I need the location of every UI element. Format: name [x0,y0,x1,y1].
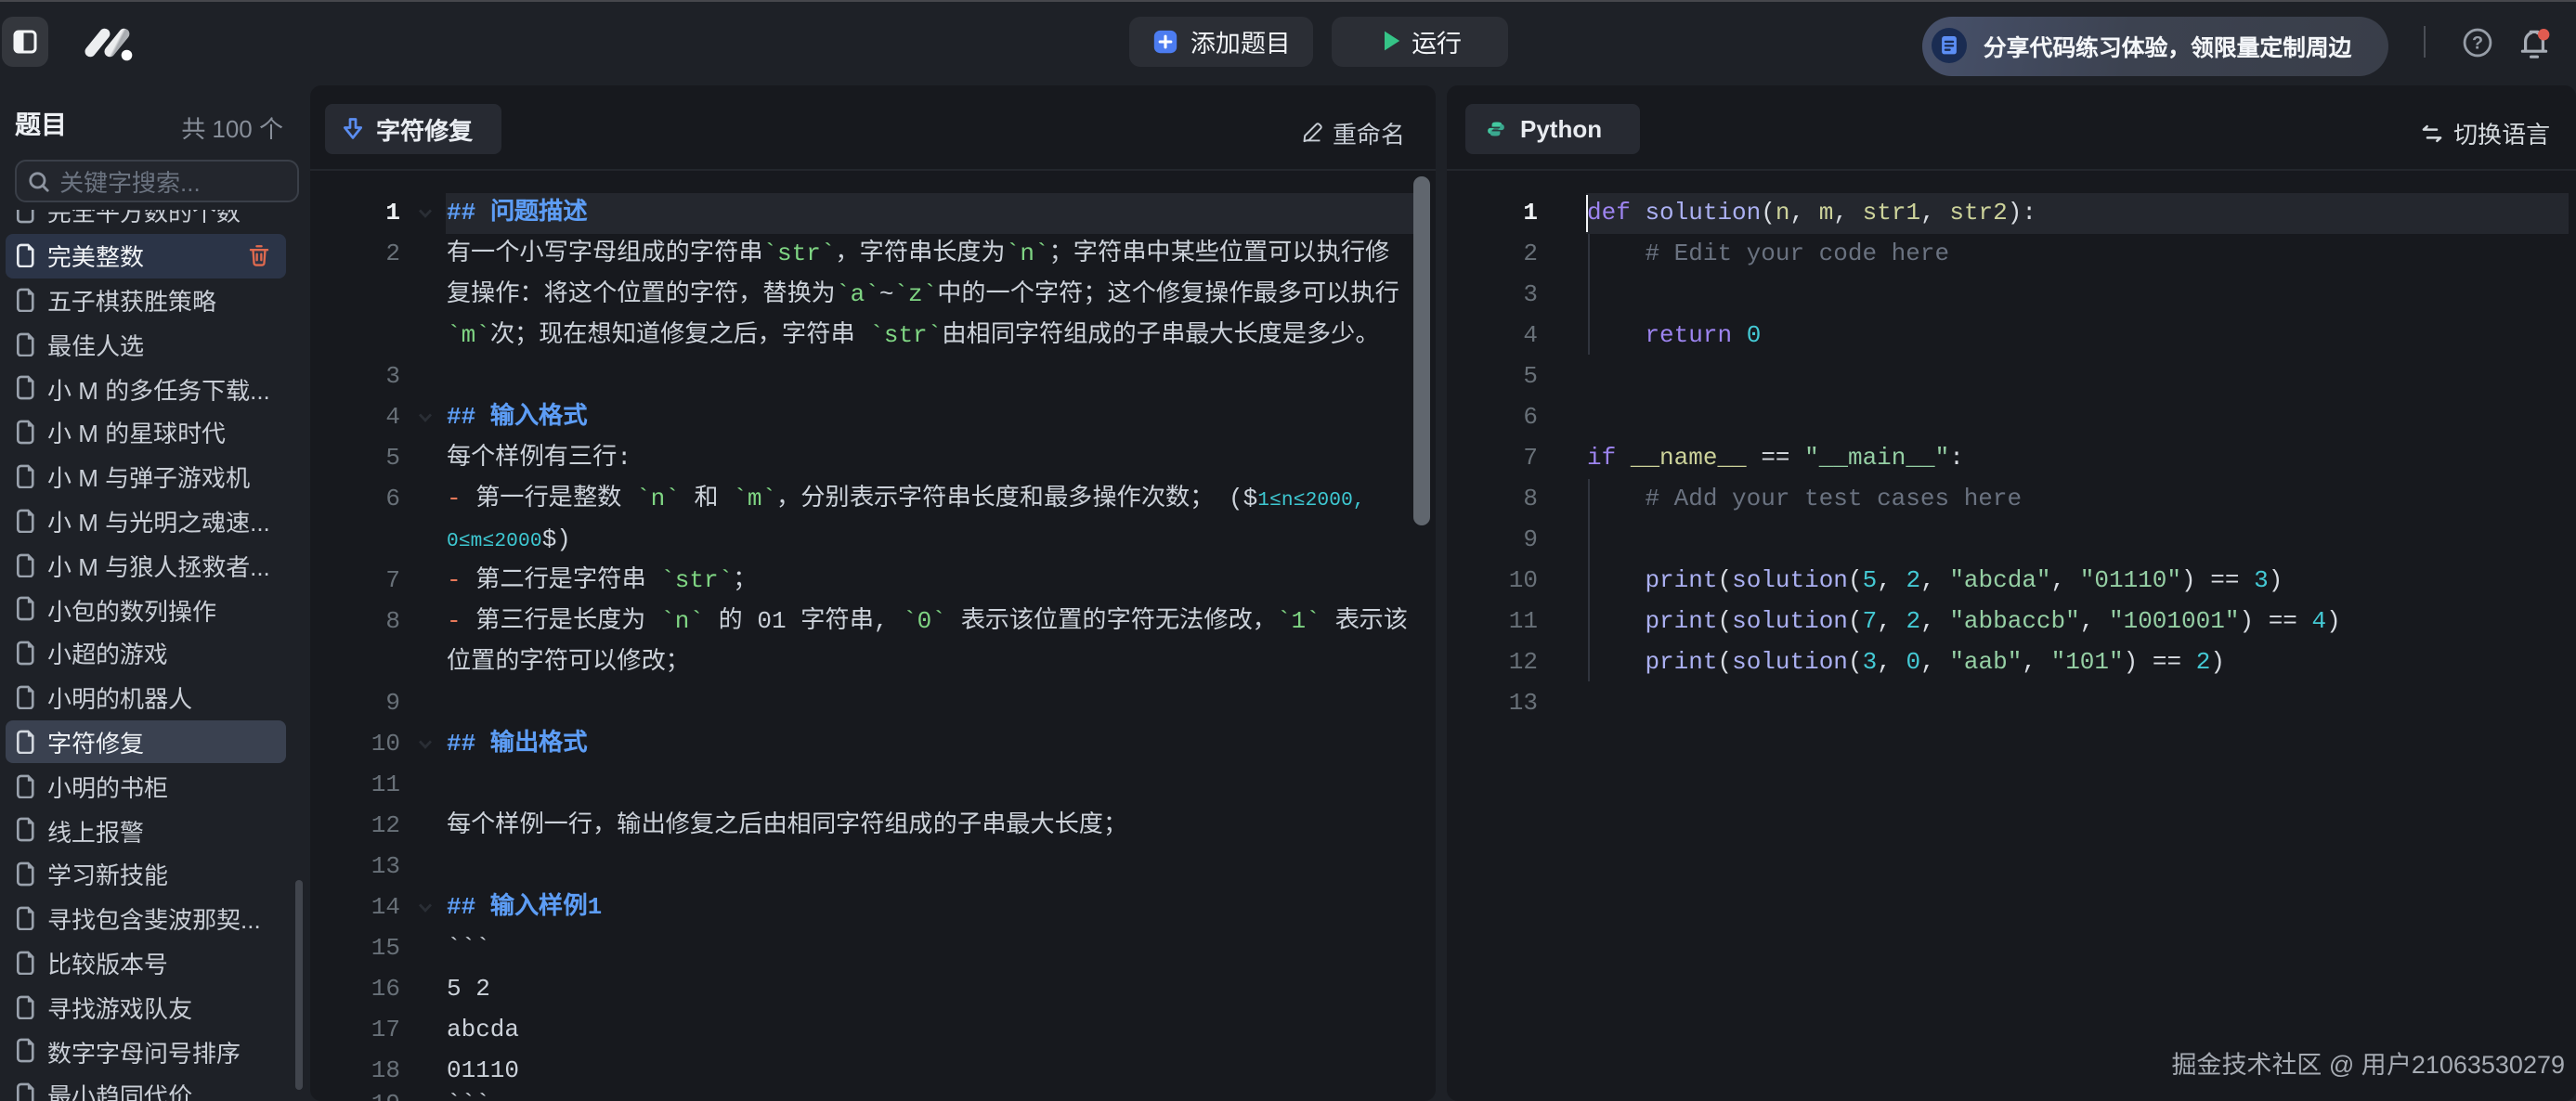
svg-text:?: ? [2471,32,2482,53]
